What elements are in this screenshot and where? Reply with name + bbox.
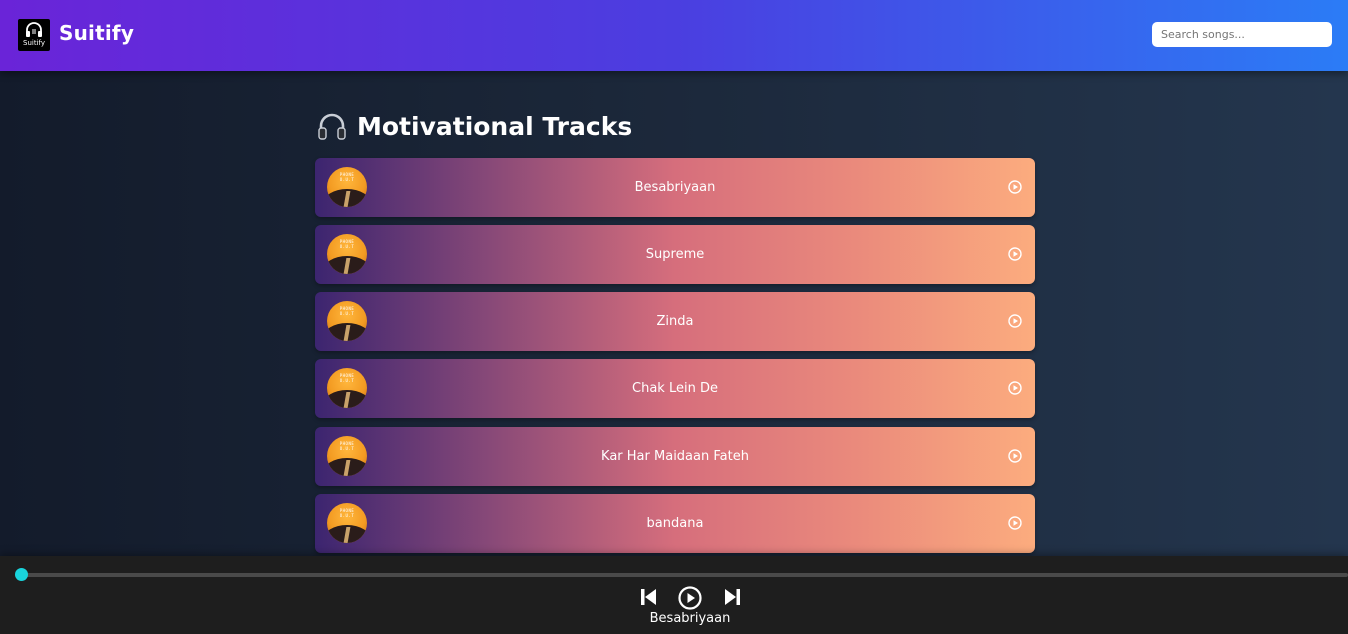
next-icon[interactable] <box>724 587 741 607</box>
track-item[interactable]: PHONE O.U.T Chak Lein De <box>315 359 1035 418</box>
track-item[interactable]: PHONE O.U.T bandana <box>315 494 1035 553</box>
brand-name[interactable]: Suitify <box>59 21 134 45</box>
now-playing-title: Besabriyaan <box>649 611 731 626</box>
progress-slider[interactable] <box>22 573 1348 577</box>
section-heading: Motivational Tracks <box>317 110 632 142</box>
play-button-icon[interactable] <box>678 586 702 610</box>
logo[interactable]: Suitify <box>18 19 50 51</box>
track-item[interactable]: PHONE O.U.T Besabriyaan <box>315 158 1035 217</box>
play-icon[interactable] <box>1008 247 1022 261</box>
track-title: Kar Har Maidaan Fateh <box>601 449 749 464</box>
top-header: Suitify Suitify <box>0 0 1348 71</box>
track-item[interactable]: PHONE O.U.T Zinda <box>315 292 1035 351</box>
headphones-logo-icon <box>26 22 42 37</box>
track-title: Zinda <box>656 314 694 329</box>
play-icon[interactable] <box>1008 180 1022 194</box>
logo-text: Suitify <box>23 39 45 47</box>
play-icon[interactable] <box>1008 314 1022 328</box>
track-item[interactable]: PHONE O.U.T Supreme <box>315 225 1035 284</box>
track-title: Supreme <box>645 247 705 262</box>
play-icon[interactable] <box>1008 449 1022 463</box>
player-bar: Besabriyaan <box>0 556 1348 634</box>
progress-knob[interactable] <box>15 568 28 581</box>
track-title: bandana <box>646 516 704 531</box>
play-icon[interactable] <box>1008 516 1022 530</box>
track-item[interactable]: PHONE O.U.T Kar Har Maidaan Fateh <box>315 427 1035 486</box>
headphones-icon <box>318 113 346 140</box>
page-title: Motivational Tracks <box>357 111 633 141</box>
previous-icon[interactable] <box>640 587 657 607</box>
play-icon[interactable] <box>1008 381 1022 395</box>
search-input[interactable] <box>1152 22 1332 47</box>
track-title: Besabriyaan <box>634 180 716 195</box>
track-title: Chak Lein De <box>632 381 718 396</box>
